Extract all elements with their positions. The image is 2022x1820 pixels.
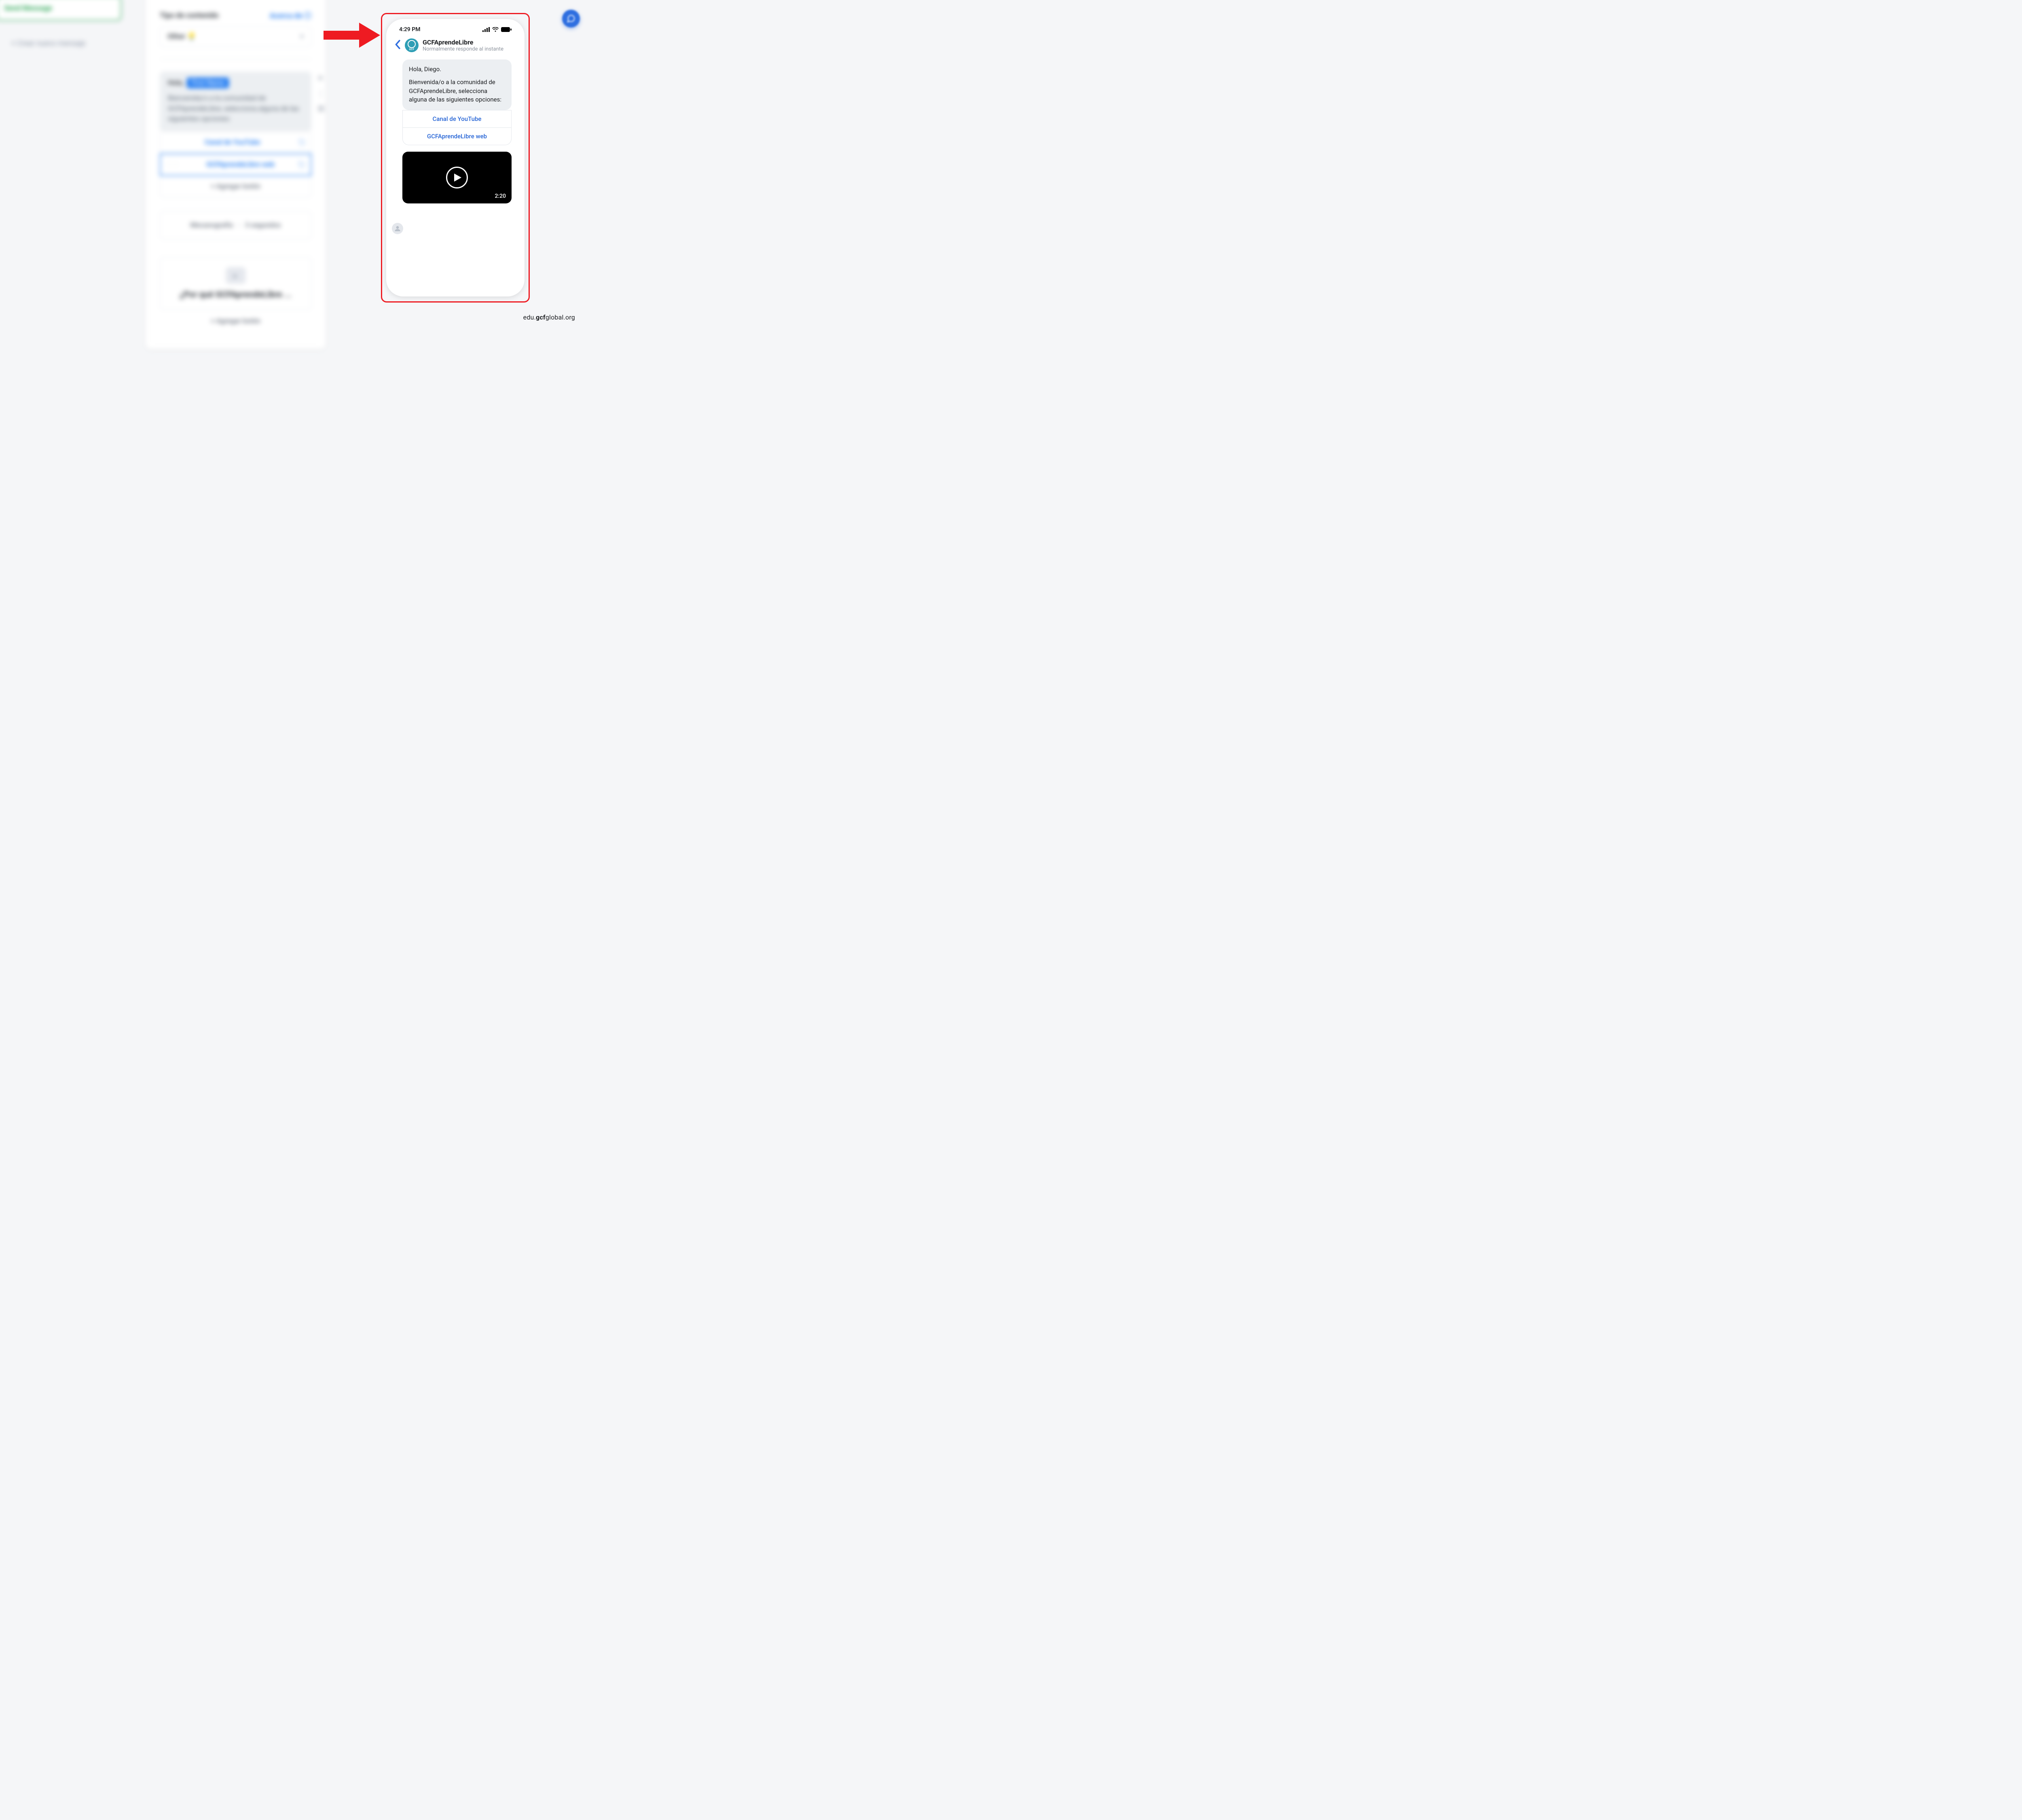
option-row-web[interactable]: ⋮⋮ GCFAprendeLibre web ⎋ bbox=[160, 153, 311, 176]
send-message-card[interactable]: Send Message bbox=[0, 0, 121, 21]
external-link-icon: ⎋ bbox=[299, 138, 305, 147]
watermark-prefix: edu. bbox=[523, 313, 536, 321]
firstname-variable-tag[interactable]: First Name bbox=[187, 78, 229, 88]
drag-icon[interactable]: ⋮ bbox=[317, 89, 325, 98]
close-icon[interactable]: ✕ bbox=[317, 73, 325, 83]
create-new-message-link[interactable]: + Crear nuevo mensaje bbox=[0, 32, 121, 48]
message-body: Bienvenida/o a la comunidad de GCFAprend… bbox=[409, 78, 505, 104]
watermark-suffix: global.org bbox=[546, 313, 575, 321]
message-body-text[interactable]: Bienvenida/o a la comunidad de GCFAprend… bbox=[168, 93, 303, 125]
message-editor-panel: Tipo de contenido Acerca de ⓘ Other💡 ▾ ✕… bbox=[146, 0, 326, 349]
source-watermark: edu.gcfglobal.org bbox=[523, 313, 575, 321]
chat-subtitle: Normalmente responde al instante bbox=[423, 46, 503, 52]
phone-preview-highlight: 4:29 PM GCF GCFAprendeLibre Normalme bbox=[381, 13, 530, 303]
why-add-button-link[interactable]: + Agregar botón bbox=[160, 310, 311, 332]
phone-status-bar: 4:29 PM bbox=[392, 26, 519, 36]
quick-reply-youtube[interactable]: Canal de YouTube bbox=[402, 110, 512, 128]
why-video-card[interactable]: ▸ ¿Por qué GCFAprendeLibre ... bbox=[160, 257, 311, 310]
chat-avatar[interactable]: GCF bbox=[405, 38, 419, 52]
status-time: 4:29 PM bbox=[399, 26, 421, 33]
person-icon bbox=[394, 225, 401, 232]
wifi-icon bbox=[492, 27, 499, 32]
content-type-select[interactable]: Other💡 ▾ bbox=[160, 26, 311, 47]
left-sidebar: Send Message + Crear nuevo mensaje bbox=[0, 0, 121, 48]
drag-handle-icon[interactable]: ⋮⋮ bbox=[166, 161, 179, 168]
play-button[interactable] bbox=[446, 167, 468, 188]
avatar-label: GCF bbox=[409, 48, 415, 51]
chat-header: GCF GCFAprendeLibre Normalmente responde… bbox=[392, 36, 519, 58]
chat-title: GCFAprendeLibre bbox=[423, 38, 503, 46]
video-message[interactable]: 2:20 bbox=[402, 152, 512, 203]
phone-preview: 4:29 PM GCF GCFAprendeLibre Normalme bbox=[386, 19, 525, 296]
message-greeting: Hola, Diego. bbox=[409, 65, 505, 74]
video-placeholder-icon: ▸ bbox=[226, 267, 245, 284]
quick-reply-stack: Canal de YouTube GCFAprendeLibre web bbox=[402, 110, 512, 145]
back-button[interactable] bbox=[394, 40, 401, 51]
signal-icon bbox=[482, 27, 490, 32]
message-template-card[interactable]: ✕ ⋮ ⌘ Hola, First Name Bienvenida/o a la… bbox=[160, 72, 311, 132]
content-type-value: Other bbox=[167, 32, 186, 41]
option-label: GCFAprendeLibre web bbox=[182, 161, 298, 169]
chevron-down-icon: ▾ bbox=[300, 32, 304, 41]
typing-duration: 3 segundos bbox=[245, 221, 281, 229]
battery-icon bbox=[501, 27, 512, 32]
about-link[interactable]: Acerca de ⓘ bbox=[270, 10, 311, 21]
bulb-icon: 💡 bbox=[187, 32, 196, 41]
quick-reply-web[interactable]: GCFAprendeLibre web bbox=[402, 128, 512, 145]
option-label: Canal de YouTube bbox=[166, 138, 299, 146]
content-type-label: Tipo de contenido bbox=[160, 11, 219, 20]
sender-mini-avatar bbox=[392, 223, 403, 234]
play-icon bbox=[454, 174, 461, 182]
clock-icon: ◌ bbox=[237, 221, 241, 229]
chat-help-icon bbox=[567, 14, 575, 23]
option-row-youtube[interactable]: Canal de YouTube ⎋ bbox=[160, 132, 311, 153]
annotation-arrow-icon bbox=[324, 23, 380, 48]
chevron-left-icon bbox=[394, 40, 401, 49]
add-button-link[interactable]: + Agregar botón bbox=[160, 176, 311, 197]
why-card-title: ¿Por qué GCFAprendeLibre ... bbox=[170, 290, 301, 300]
video-duration: 2:20 bbox=[495, 193, 506, 199]
link-icon[interactable]: ⌘ bbox=[317, 104, 325, 114]
typing-label: Mecanografía bbox=[190, 221, 233, 229]
card-tools: ✕ ⋮ ⌘ bbox=[317, 73, 325, 114]
incoming-message-bubble: Hola, Diego. Bienvenida/o a la comunidad… bbox=[402, 59, 512, 110]
typing-delay-card[interactable]: Mecanografía ◌ 3 segundos bbox=[160, 211, 311, 239]
greeting-prefix: Hola, bbox=[168, 79, 184, 87]
help-fab-button[interactable] bbox=[562, 10, 580, 28]
external-link-icon: ⎋ bbox=[298, 160, 305, 169]
watermark-bold: gcf bbox=[536, 313, 546, 321]
